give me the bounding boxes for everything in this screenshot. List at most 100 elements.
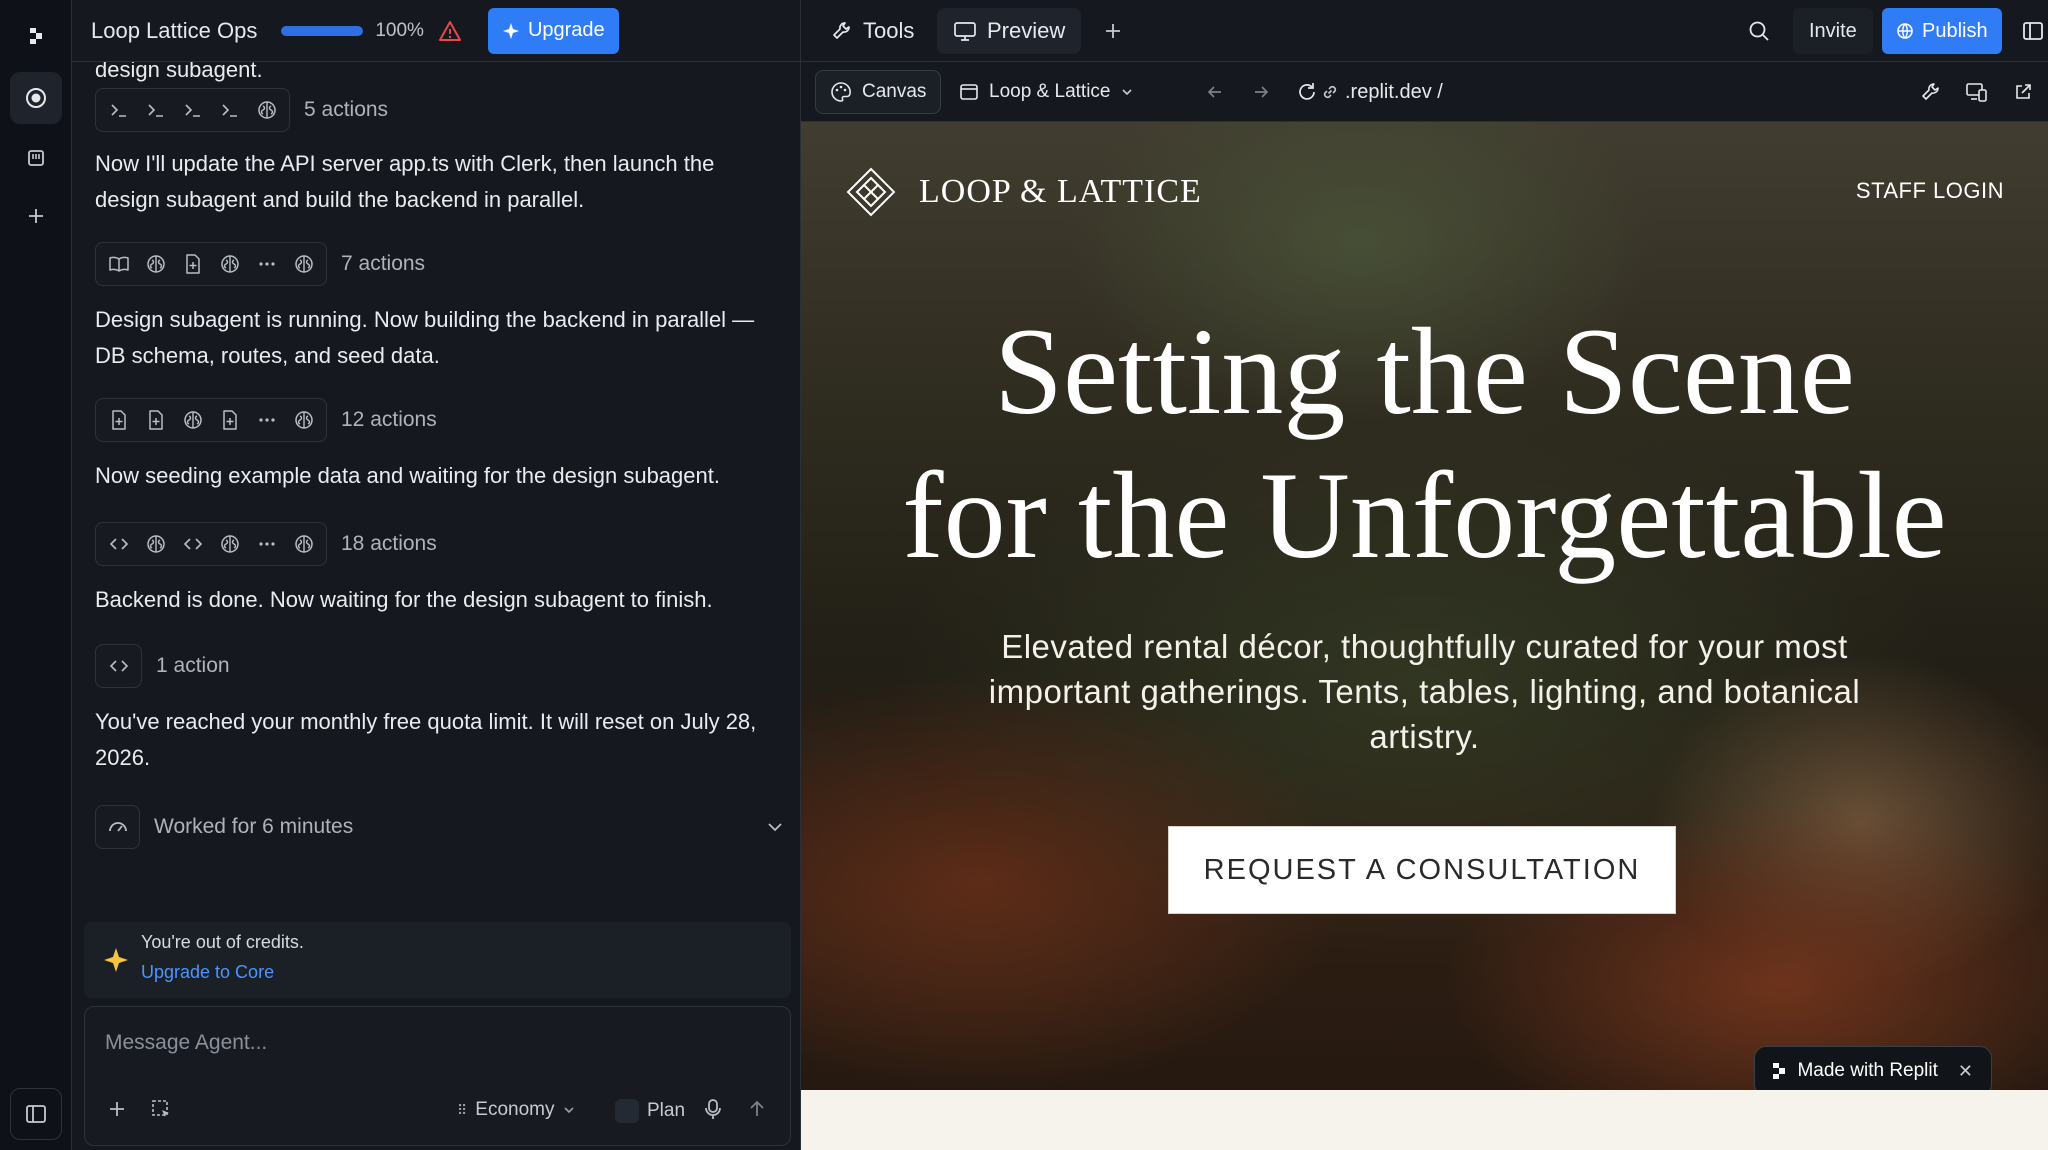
- project-title[interactable]: Loop Lattice Ops: [91, 18, 257, 44]
- brain-icon: [137, 246, 174, 282]
- staff-login-link[interactable]: STAFF LOGIN: [1856, 178, 2004, 204]
- action-group[interactable]: 18 actions: [95, 522, 437, 566]
- library-icon[interactable]: [10, 132, 62, 184]
- hero-title-line-2: for the Unforgettable: [902, 447, 1947, 584]
- brain-icon: [285, 526, 322, 562]
- terminal-icon: [100, 92, 137, 128]
- new-tab-icon[interactable]: [1095, 13, 1131, 49]
- open-external-icon[interactable]: [2005, 74, 2041, 110]
- agent-message: Backend is done. Now waiting for the des…: [95, 587, 713, 612]
- website-preview[interactable]: LOOP & LATTICE STAFF LOGIN Setting the S…: [801, 122, 2048, 1090]
- brain-icon: [137, 526, 174, 562]
- chevron-down-icon: [562, 1103, 576, 1117]
- select-element-icon[interactable]: [143, 1091, 179, 1127]
- site-brand[interactable]: LOOP & LATTICE: [845, 166, 1202, 218]
- action-group[interactable]: 1 action: [95, 644, 230, 688]
- worked-summary[interactable]: Worked for 6 minutes: [95, 804, 785, 850]
- add-attachment-icon[interactable]: [99, 1091, 135, 1127]
- chat-header: Loop Lattice Ops 100% Upgrade: [72, 0, 801, 62]
- action-icons: [95, 242, 327, 286]
- add-icon[interactable]: [10, 190, 62, 242]
- invite-button[interactable]: Invite: [1793, 8, 1873, 54]
- chat-transcript[interactable]: design subagent. 5 actions Now I'll upda…: [72, 62, 801, 922]
- brain-icon: [174, 402, 211, 438]
- credits-message: You're out of credits.: [141, 932, 304, 952]
- agent-message: design subagent.: [95, 62, 263, 82]
- warning-icon[interactable]: [438, 20, 462, 42]
- hero-subtitle: Elevated rental décor, thoughtfully cura…: [988, 628, 1861, 755]
- back-arrow-icon[interactable]: [1197, 74, 1233, 110]
- progress-label: 100%: [375, 19, 424, 41]
- plan-label: Plan: [647, 1100, 686, 1121]
- replit-logo-icon[interactable]: [10, 10, 62, 62]
- file-plus-icon: [211, 402, 248, 438]
- actions-count: 7 actions: [341, 252, 426, 275]
- workspace-toolbar: Tools Preview Invite Publish: [801, 0, 2048, 62]
- chevron-down-icon[interactable]: [765, 817, 785, 837]
- sparkle-icon: [502, 22, 519, 39]
- action-group[interactable]: 12 actions: [95, 398, 437, 442]
- mode-selector[interactable]: ⠿ Economy: [457, 1099, 576, 1121]
- tab-tools[interactable]: Tools: [815, 8, 930, 54]
- more-icon: [248, 402, 285, 438]
- made-with-replit-badge[interactable]: Made with Replit ✕: [1754, 1046, 1992, 1090]
- actions-count: 5 actions: [304, 98, 389, 121]
- terminal-icon: [174, 92, 211, 128]
- agent-icon[interactable]: [10, 72, 62, 124]
- more-icon: [248, 526, 285, 562]
- code-icon: [100, 526, 137, 562]
- upgrade-button[interactable]: Upgrade: [487, 7, 619, 54]
- progress-fill: [281, 25, 364, 36]
- actions-count: 12 actions: [341, 408, 437, 431]
- action-group[interactable]: 7 actions: [95, 242, 425, 286]
- brain-icon: [285, 246, 322, 282]
- canvas-button[interactable]: Canvas: [815, 70, 942, 114]
- message-composer: ⠿ Economy Plan: [84, 1006, 791, 1146]
- worked-label: Worked for 6 minutes: [154, 815, 354, 838]
- page-below-hero: [801, 1090, 2048, 1150]
- globe-icon: [1897, 23, 1913, 39]
- send-arrow-icon[interactable]: [739, 1091, 775, 1127]
- upgrade-to-core-link[interactable]: Upgrade to Core: [141, 962, 274, 983]
- project-selector[interactable]: Loop & Lattice: [959, 70, 1134, 114]
- responsive-devices-icon[interactable]: [1959, 74, 1995, 110]
- microphone-icon[interactable]: [695, 1091, 731, 1127]
- plan-checkbox[interactable]: [615, 1099, 639, 1123]
- url-field[interactable]: .replit.dev /: [1321, 70, 1443, 114]
- request-consultation-button[interactable]: REQUEST A CONSULTATION: [1168, 826, 1676, 914]
- lattice-logo-icon: [846, 167, 896, 217]
- close-icon[interactable]: ✕: [1958, 1061, 1973, 1082]
- brain-icon: [248, 92, 285, 128]
- devtools-wrench-icon[interactable]: [1913, 74, 1949, 110]
- search-icon[interactable]: [1741, 13, 1777, 49]
- progress-bar: [281, 25, 364, 36]
- action-icons: [95, 522, 327, 566]
- preview-address-bar: Canvas Loop & Lattice .replit.dev /: [801, 62, 2048, 122]
- terminal-icon: [211, 92, 248, 128]
- forward-arrow-icon[interactable]: [1243, 74, 1279, 110]
- wrench-icon: [833, 22, 850, 39]
- palette-icon: [831, 82, 851, 102]
- code-icon: [174, 526, 211, 562]
- reload-icon[interactable]: [1289, 74, 1325, 110]
- tab-preview[interactable]: Preview: [937, 8, 1082, 54]
- left-rail: [0, 0, 72, 1150]
- agent-message: Now I'll update the API server app.ts wi…: [95, 151, 715, 212]
- layout-panel-icon[interactable]: [2015, 13, 2048, 49]
- plan-toggle[interactable]: Plan: [615, 1099, 685, 1123]
- book-icon: [100, 246, 137, 282]
- star-icon: [102, 946, 130, 974]
- toggle-sidebar-icon[interactable]: [10, 1088, 62, 1140]
- message-input[interactable]: [105, 1031, 765, 1055]
- monitor-icon: [954, 22, 976, 41]
- file-plus-icon: [174, 246, 211, 282]
- hero-title-line-1: Setting the Scene: [994, 303, 1855, 440]
- action-group[interactable]: 5 actions: [95, 88, 388, 132]
- agent-message: Design subagent is running. Now building…: [95, 307, 755, 368]
- chevron-down-icon: [1122, 89, 1133, 96]
- agent-chat-panel: Loop Lattice Ops 100% Upgrade design sub…: [72, 0, 801, 1150]
- action-icons: [95, 398, 327, 442]
- action-icons: [95, 644, 142, 688]
- publish-button[interactable]: Publish: [1882, 8, 2002, 54]
- actions-count: 18 actions: [341, 532, 437, 555]
